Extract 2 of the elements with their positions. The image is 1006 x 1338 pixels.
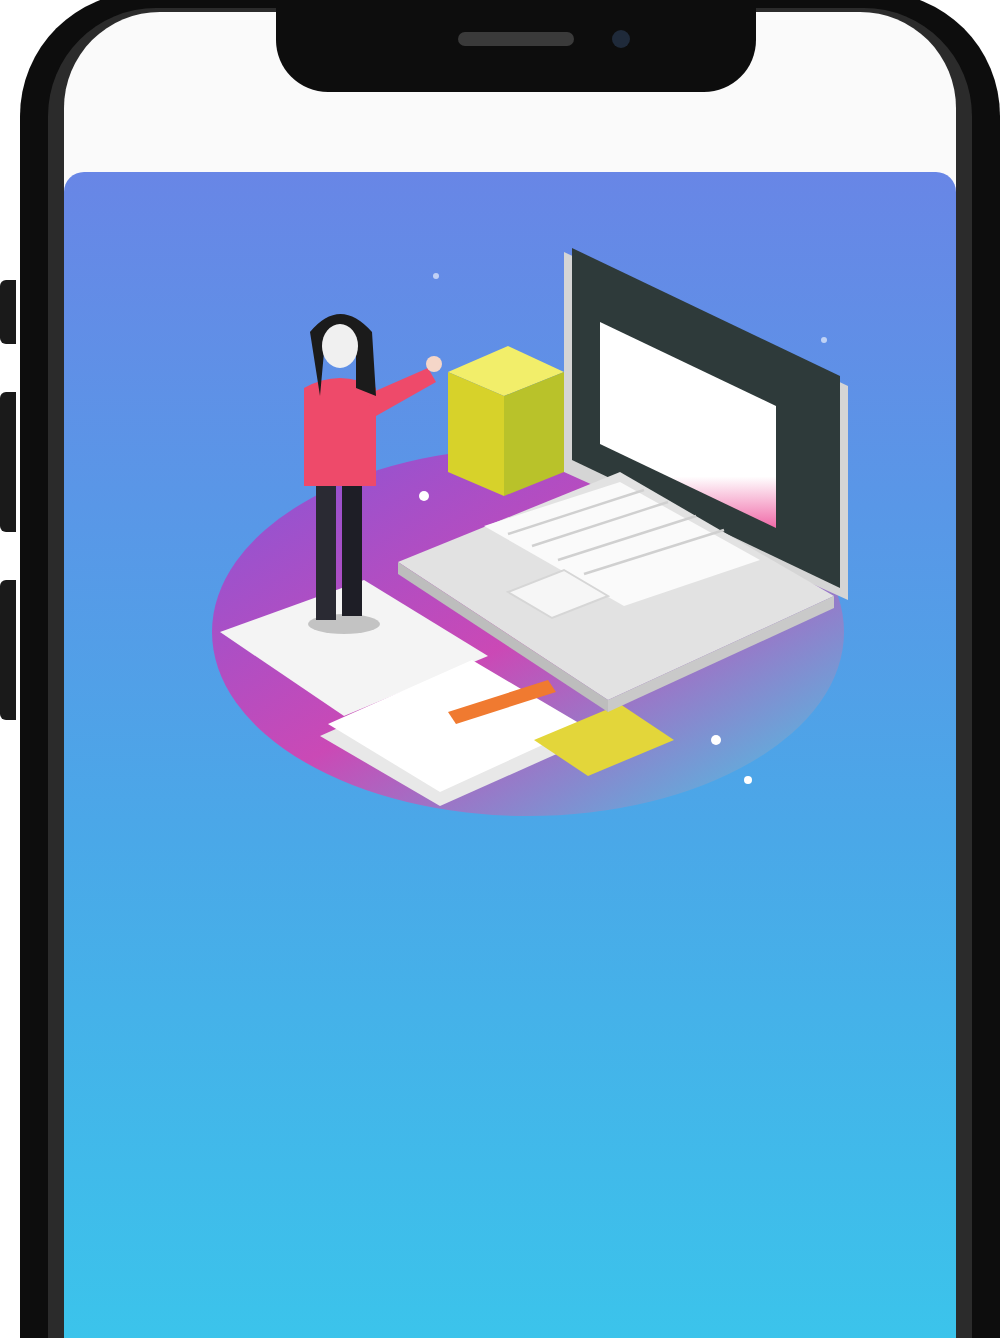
camera-icon [612,30,630,48]
speaker-grille [458,32,574,46]
